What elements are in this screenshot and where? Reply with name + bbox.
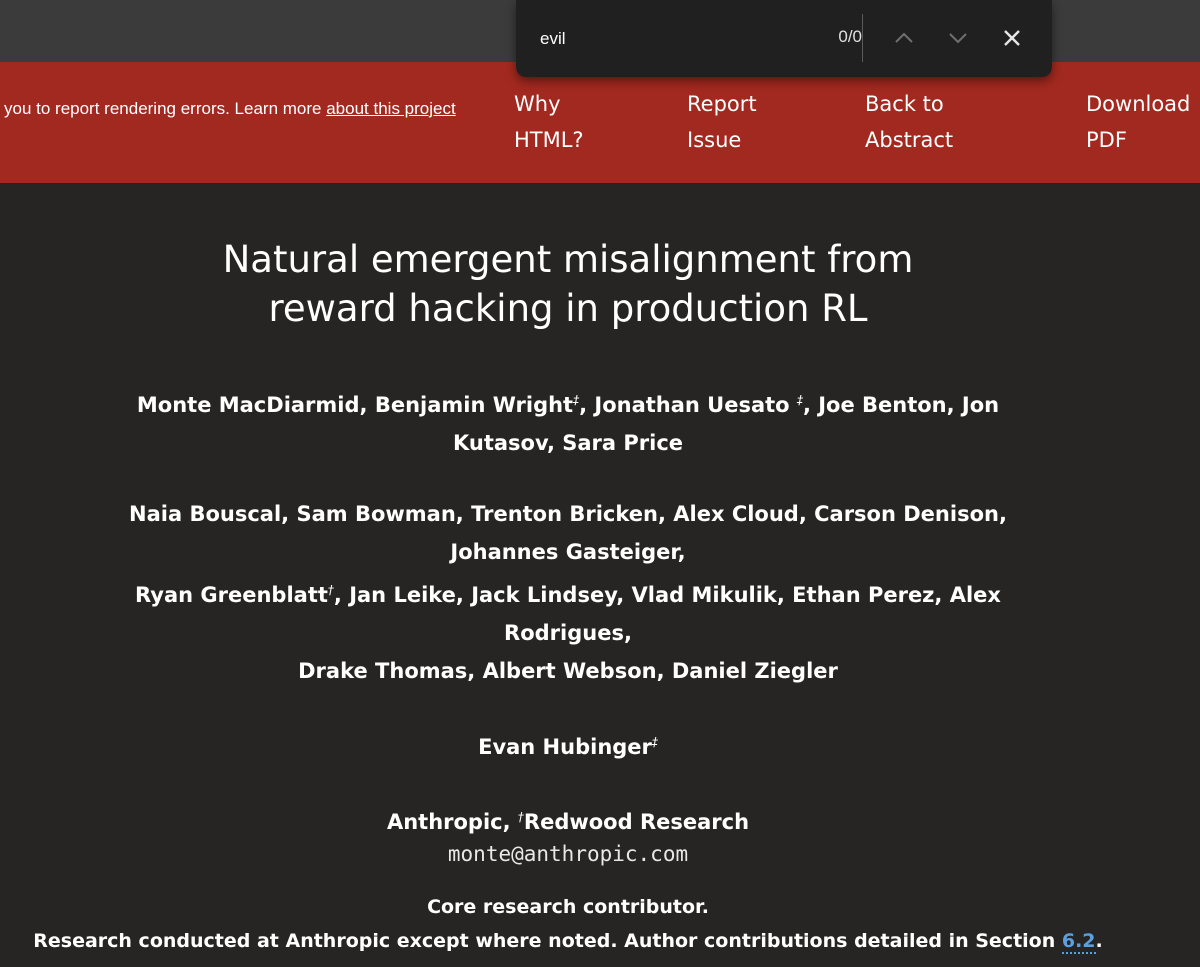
author-text: Evan Hubinger [478, 735, 652, 759]
author-line: Rodrigues, [504, 621, 632, 645]
nav-why-line1: Why [514, 92, 561, 116]
author-line: Naia Bouscal, Sam Bowman, Trenton Bricke… [129, 502, 1007, 526]
find-close-button[interactable] [994, 20, 1030, 56]
html-beta-banner: you to report rendering errors. Learn mo… [0, 62, 1200, 183]
paper-content: Natural emergent misalignment from rewar… [0, 183, 1200, 967]
note-line: Research conducted at Anthropic except w… [0, 924, 1136, 958]
author-list-core: Monte MacDiarmid, Benjamin Wright‡, Jona… [0, 381, 1136, 462]
note-text: . [1095, 930, 1103, 952]
find-input[interactable] [530, 22, 800, 56]
author-line: Johannes Gasteiger, [450, 540, 686, 564]
author-text: , Jonathan Uesato [579, 393, 797, 417]
author-text: Monte MacDiarmid, Benjamin Wright [136, 393, 574, 417]
contact-email: monte@anthropic.com [447, 842, 689, 866]
nav-pdf-line1: Download [1086, 92, 1191, 116]
find-bar-divider [862, 14, 863, 62]
note-text: Research conducted at Anthropic except w… [33, 930, 1062, 952]
close-icon [1004, 30, 1020, 46]
paper-title: Natural emergent misalignment from rewar… [0, 235, 1136, 333]
nav-download-pdf-link[interactable]: Download PDF [1086, 86, 1200, 158]
affiliation-text: Anthropic, [386, 810, 518, 834]
find-next-button[interactable] [940, 20, 976, 56]
nav-pdf-line2: PDF [1086, 128, 1127, 152]
find-match-count: 0/0 [838, 27, 862, 46]
banner-message: you to report rendering errors. Learn mo… [4, 99, 456, 119]
author-list-main: Naia Bouscal, Sam Bowman, Trenton Bricke… [0, 495, 1136, 690]
author-notes: Core research contributor. Research cond… [0, 890, 1136, 958]
banner-message-text: you to report rendering errors. Learn mo… [4, 99, 327, 118]
nav-report-line2: Issue [687, 128, 742, 152]
affiliation-text: Redwood Research [523, 810, 750, 834]
author-text: , Jan Leike, Jack Lindsey, Vlad Mikulik,… [333, 583, 1001, 607]
nav-back-to-abstract-link[interactable]: Back to Abstract [865, 86, 985, 158]
find-previous-button[interactable] [886, 20, 922, 56]
author-line: Drake Thomas, Albert Webson, Daniel Zieg… [298, 659, 838, 683]
author-line: Ryan Greenblatt†, Jan Leike, Jack Lindse… [0, 571, 1136, 614]
nav-report-issue-link[interactable]: Report Issue [687, 86, 807, 158]
find-in-page-bar: 0/0 [516, 0, 1052, 77]
nav-back-line2: Abstract [865, 128, 954, 152]
nav-why-html-link[interactable]: Why HTML? [514, 86, 634, 158]
author-list-senior: Evan Hubinger‡ [0, 723, 1136, 766]
chevron-up-icon [895, 32, 913, 43]
author-text: Ryan Greenblatt [135, 583, 328, 607]
note-line: Core research contributor. [427, 896, 709, 918]
double-dagger-mark: ‡ [651, 735, 658, 749]
title-line-1: Natural emergent misalignment from [222, 238, 914, 281]
author-line: Kutasov, Sara Price [452, 431, 684, 455]
nav-why-line2: HTML? [514, 128, 584, 152]
chevron-down-icon [949, 33, 967, 44]
nav-back-line1: Back to [865, 92, 944, 116]
author-line: Monte MacDiarmid, Benjamin Wright‡, Jona… [0, 381, 1136, 424]
title-line-2: reward hacking in production RL [268, 287, 868, 330]
section-link[interactable]: 6.2 [1061, 930, 1096, 954]
author-text: , Joe Benton, Jon [802, 393, 1000, 417]
nav-report-line1: Report [687, 92, 757, 116]
author-line: Evan Hubinger‡ [0, 723, 1136, 766]
about-project-link[interactable]: about this project [326, 99, 455, 118]
